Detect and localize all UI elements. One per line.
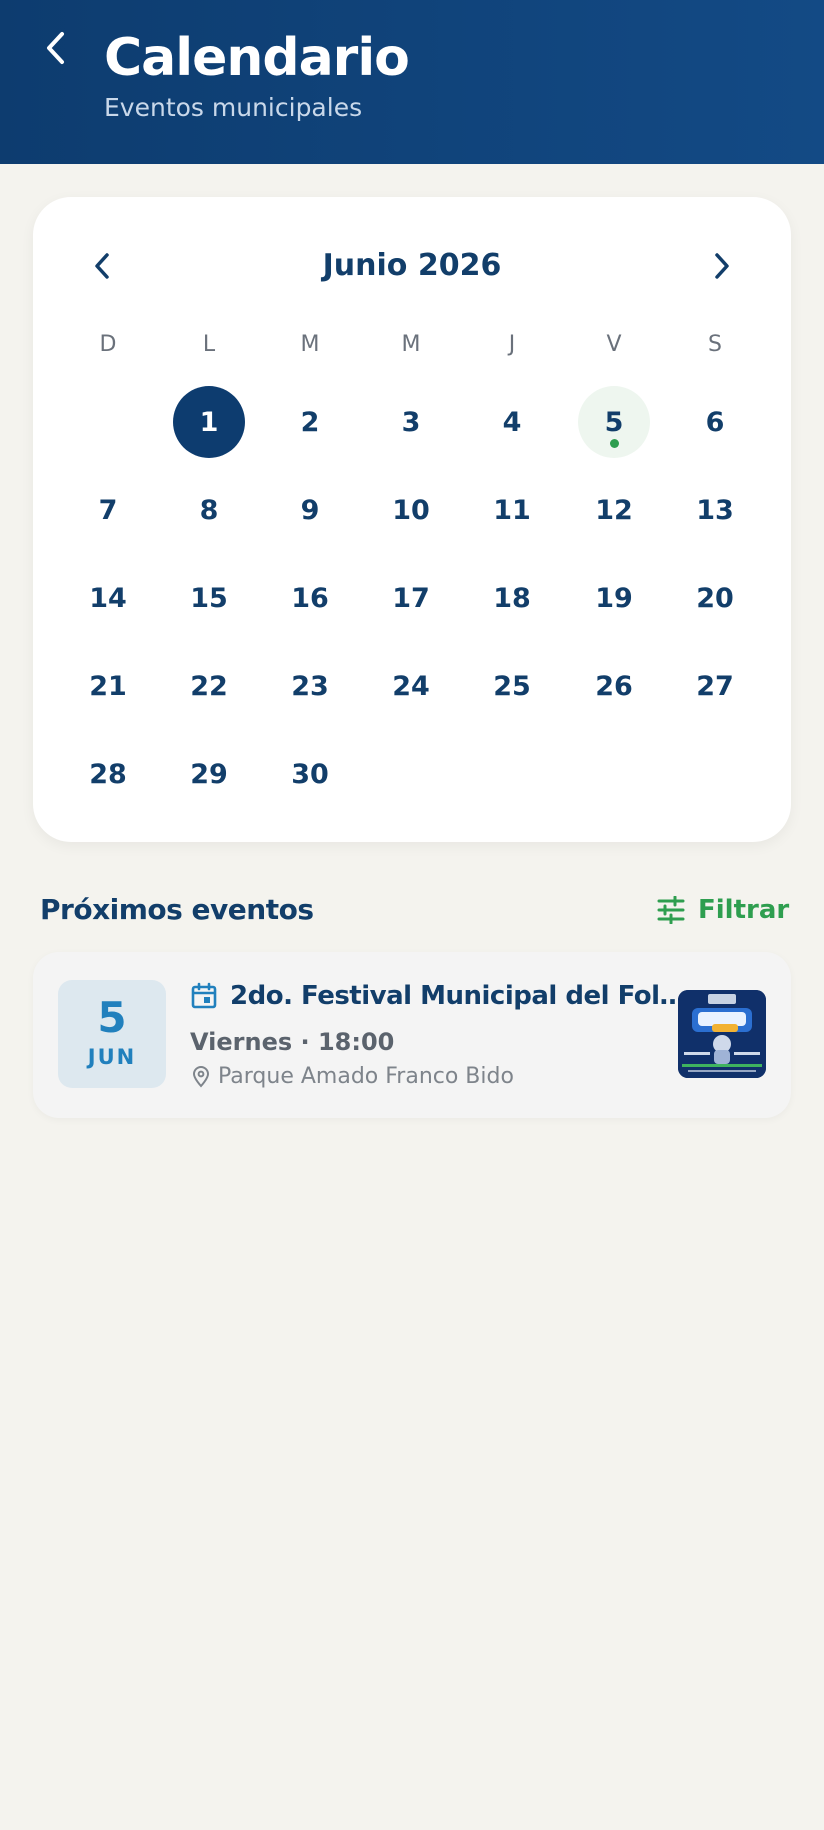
calendar-day[interactable]: 9 — [274, 474, 346, 546]
calendar-day[interactable]: 7 — [72, 474, 144, 546]
weekday-header: M — [401, 332, 421, 357]
chevron-left-icon — [95, 253, 109, 279]
event-time: Viernes · 18:00 — [190, 1028, 395, 1056]
upcoming-events-title: Próximos eventos — [40, 893, 314, 926]
calendar-day[interactable]: 2 — [274, 386, 346, 458]
chevron-left-icon — [47, 32, 64, 64]
page-title: Calendario — [104, 28, 410, 88]
weekday-header: M — [300, 332, 320, 357]
calendar-day[interactable]: 10 — [375, 474, 447, 546]
calendar-day-with-event[interactable]: 5 — [578, 386, 650, 458]
calendar-day[interactable]: 18 — [476, 562, 548, 634]
weekday-header: D — [99, 332, 117, 357]
calendar-day[interactable]: 20 — [679, 562, 751, 634]
calendar-day[interactable]: 8 — [173, 474, 245, 546]
calendar-day[interactable]: 22 — [173, 650, 245, 722]
calendar-day[interactable]: 11 — [476, 474, 548, 546]
calendar-day[interactable]: 13 — [679, 474, 751, 546]
calendar-day[interactable]: 6 — [679, 386, 751, 458]
calendar-day[interactable]: 30 — [274, 738, 346, 810]
location-pin-icon — [192, 1066, 210, 1088]
month-label: Junio 2026 — [322, 248, 502, 283]
event-poster-image — [678, 990, 766, 1078]
next-month-button[interactable] — [698, 242, 746, 290]
filter-label: Filtrar — [698, 895, 790, 925]
chevron-right-icon — [715, 253, 729, 279]
calendar-day[interactable]: 17 — [375, 562, 447, 634]
weekday-header: S — [708, 332, 722, 357]
weekday-header: L — [202, 332, 216, 357]
event-location: Parque Amado Franco Bido — [218, 1064, 514, 1089]
calendar-day[interactable]: 15 — [173, 562, 245, 634]
page-subtitle: Eventos municipales — [104, 93, 363, 122]
calendar-day[interactable]: 12 — [578, 474, 650, 546]
calendar-day[interactable]: 19 — [578, 562, 650, 634]
event-date-day: 5 — [97, 993, 127, 1042]
event-thumbnail — [678, 990, 766, 1078]
calendar-day[interactable]: 29 — [173, 738, 245, 810]
calendar-day[interactable]: 3 — [375, 386, 447, 458]
weekday-header: J — [508, 332, 516, 357]
calendar-day[interactable]: 25 — [476, 650, 548, 722]
event-card[interactable]: 5 JUN 2do. Festival Municipal del Folklo… — [33, 952, 791, 1118]
weekday-header: V — [606, 332, 622, 357]
calendar-day[interactable]: 23 — [274, 650, 346, 722]
calendar-day[interactable]: 21 — [72, 650, 144, 722]
calendar-day[interactable]: 26 — [578, 650, 650, 722]
previous-month-button[interactable] — [78, 242, 126, 290]
calendar-day-selected[interactable]: 1 — [173, 386, 245, 458]
back-button[interactable] — [30, 22, 82, 74]
calendar-day[interactable]: 4 — [476, 386, 548, 458]
calendar-day[interactable]: 16 — [274, 562, 346, 634]
tune-icon — [657, 896, 685, 924]
filter-button[interactable]: Filtrar — [656, 888, 789, 932]
event-title: 2do. Festival Municipal del Folklore — [230, 981, 690, 1011]
event-date-month: JUN — [87, 1045, 137, 1069]
calendar-event-icon — [191, 982, 217, 1009]
calendar-day[interactable]: 14 — [72, 562, 144, 634]
calendar-day[interactable]: 24 — [375, 650, 447, 722]
event-indicator-dot — [609, 439, 619, 448]
calendar-day[interactable]: 28 — [72, 738, 144, 810]
app-header: Calendario Eventos municipales — [0, 0, 824, 164]
event-date-badge: 5 JUN — [58, 980, 166, 1088]
calendar-day[interactable]: 27 — [679, 650, 751, 722]
calendar-day-number: 5 — [604, 406, 624, 438]
